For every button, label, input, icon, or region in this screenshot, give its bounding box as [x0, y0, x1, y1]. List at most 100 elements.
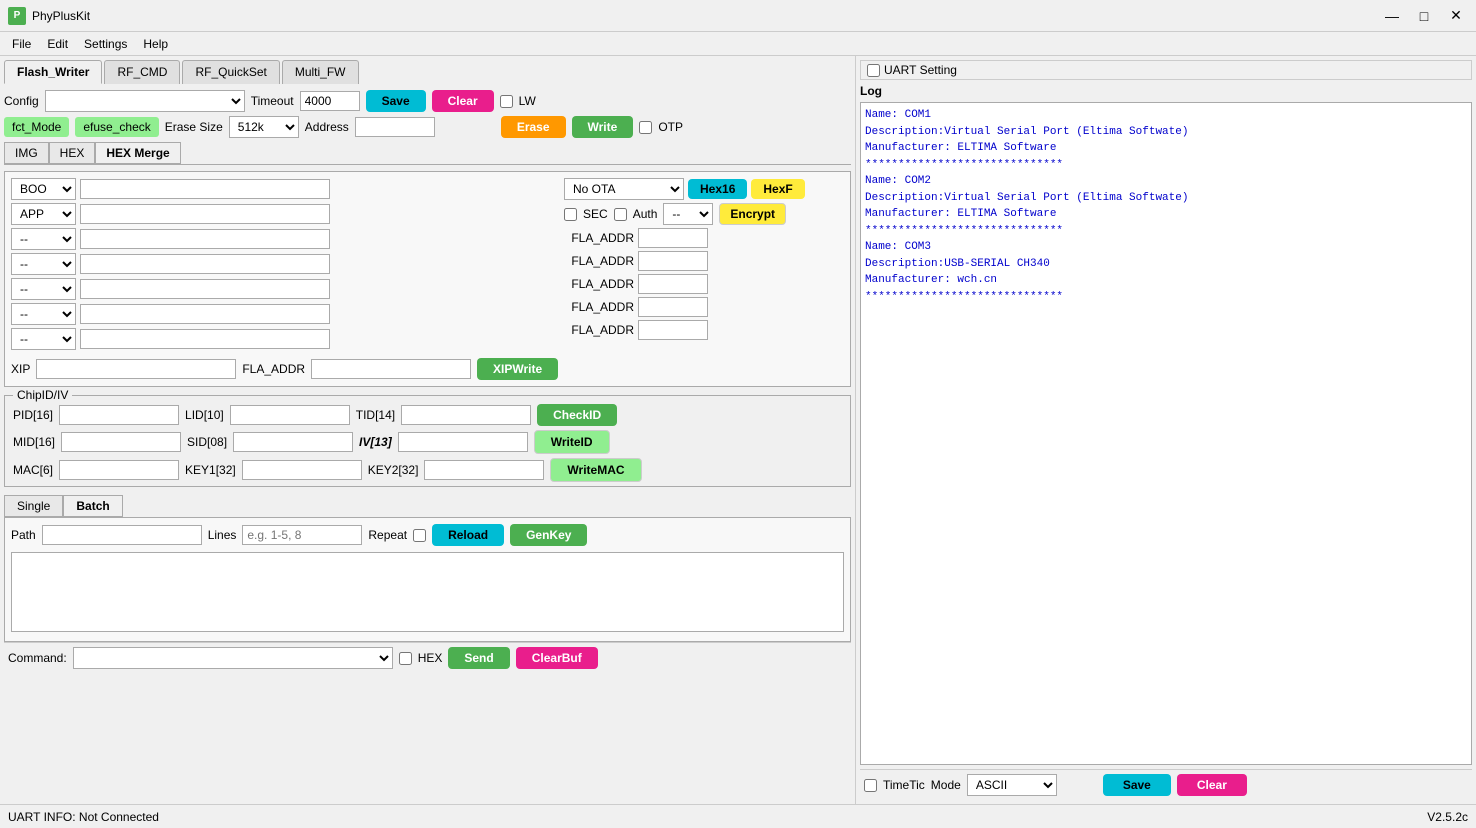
img-type-boo[interactable]: BOOAPP--: [11, 178, 76, 200]
img-type-app[interactable]: APPBOO--: [11, 203, 76, 225]
repeat-checkbox[interactable]: [413, 529, 426, 542]
writeid-button[interactable]: WriteID: [534, 430, 610, 454]
lw-checkbox[interactable]: [500, 95, 513, 108]
fla-addr-input-1[interactable]: [638, 228, 708, 248]
xip-input[interactable]: [36, 359, 236, 379]
tab-rf-quickset[interactable]: RF_QuickSet: [182, 60, 279, 84]
pid-input[interactable]: [59, 405, 179, 425]
reload-button[interactable]: Reload: [432, 524, 504, 546]
img-path-3[interactable]: [80, 229, 330, 249]
fla-addr-label-2: FLA_ADDR: [564, 254, 634, 268]
uart-clear-button[interactable]: Clear: [1177, 774, 1247, 796]
img-type-3[interactable]: --BOOAPP: [11, 228, 76, 250]
menu-edit[interactable]: Edit: [39, 35, 76, 53]
xip-fla-addr-input[interactable]: [311, 359, 471, 379]
mid-input[interactable]: [61, 432, 181, 452]
main-tabs: Flash_Writer RF_CMD RF_QuickSet Multi_FW: [4, 60, 851, 84]
img-row-4: --BOOAPP: [11, 253, 556, 275]
lid-input[interactable]: [230, 405, 350, 425]
save-button[interactable]: Save: [366, 90, 426, 112]
sub-tab-img[interactable]: IMG: [4, 142, 49, 164]
batch-textarea[interactable]: [11, 552, 844, 632]
menu-settings[interactable]: Settings: [76, 35, 135, 53]
time-tic-checkbox[interactable]: [864, 779, 877, 792]
timeout-input[interactable]: 4000: [300, 91, 360, 111]
chipid-row-1: PID[16] LID[10] TID[14] CheckID: [13, 404, 842, 426]
command-select[interactable]: [73, 647, 393, 669]
close-button[interactable]: ✕: [1444, 4, 1468, 28]
clear-top-button[interactable]: Clear: [432, 90, 494, 112]
erase-size-select[interactable]: 512k 256k: [229, 116, 299, 138]
sub-tab-hex-merge[interactable]: HEX Merge: [95, 142, 180, 164]
img-type-6[interactable]: --BOOAPP: [11, 303, 76, 325]
config-select[interactable]: [45, 90, 245, 112]
img-type-5[interactable]: --BOOAPP: [11, 278, 76, 300]
fct-mode-tag: fct_Mode: [4, 117, 69, 137]
fla-addr-input-2[interactable]: [638, 251, 708, 271]
hex-label: HEX: [418, 651, 443, 665]
tab-flash-writer[interactable]: Flash_Writer: [4, 60, 102, 84]
key2-input[interactable]: [424, 460, 544, 480]
otp-checkbox[interactable]: [639, 121, 652, 134]
iv-input[interactable]: [398, 432, 528, 452]
xipwrite-button[interactable]: XIPWrite: [477, 358, 558, 380]
key1-input[interactable]: [242, 460, 362, 480]
fla-addr-input-5[interactable]: [638, 320, 708, 340]
efuse-check-tag: efuse_check: [75, 117, 158, 137]
lines-input[interactable]: [242, 525, 362, 545]
write-button[interactable]: Write: [572, 116, 634, 138]
tab-rf-cmd[interactable]: RF_CMD: [104, 60, 180, 84]
hex16-button[interactable]: Hex16: [688, 179, 747, 199]
main: Flash_Writer RF_CMD RF_QuickSet Multi_FW…: [0, 56, 1476, 804]
chipid-section: ChipID/IV PID[16] LID[10] TID[14] CheckI…: [4, 395, 851, 487]
genkey-button[interactable]: GenKey: [510, 524, 587, 546]
writemac-button[interactable]: WriteMAC: [550, 458, 641, 482]
chipid-row-3: MAC[6] KEY1[32] KEY2[32] WriteMAC: [13, 458, 842, 482]
checkid-button[interactable]: CheckID: [537, 404, 617, 426]
erase-button[interactable]: Erase: [501, 116, 566, 138]
path-input[interactable]: [42, 525, 202, 545]
minimize-button[interactable]: —: [1380, 4, 1404, 28]
fla-addr-input-3[interactable]: [638, 274, 708, 294]
hex-right-col: No OTAOTA1OTA2 Hex16 HexF SEC Auth --AES…: [564, 178, 844, 350]
img-row-7: --BOOAPP: [11, 328, 556, 350]
lw-label: LW: [519, 94, 536, 108]
tab-single[interactable]: Single: [4, 495, 63, 517]
ota-select[interactable]: No OTAOTA1OTA2: [564, 178, 684, 200]
sub-tab-hex[interactable]: HEX: [49, 142, 96, 164]
sec-checkbox[interactable]: [564, 208, 577, 221]
tab-batch[interactable]: Batch: [63, 495, 122, 517]
uart-setting-checkbox[interactable]: [867, 64, 880, 77]
menu-help[interactable]: Help: [135, 35, 176, 53]
key2-label: KEY2[32]: [368, 463, 419, 477]
uart-save-button[interactable]: Save: [1103, 774, 1171, 796]
menu-file[interactable]: File: [4, 35, 39, 53]
img-type-4[interactable]: --BOOAPP: [11, 253, 76, 275]
mode-select[interactable]: ASCIIHEX: [967, 774, 1057, 796]
clearbuf-button[interactable]: ClearBuf: [516, 647, 598, 669]
maximize-button[interactable]: □: [1412, 4, 1436, 28]
tab-multi-fw[interactable]: Multi_FW: [282, 60, 359, 84]
key1-label: KEY1[32]: [185, 463, 236, 477]
img-path-6[interactable]: [80, 304, 330, 324]
img-path-boo[interactable]: [80, 179, 330, 199]
img-path-7[interactable]: [80, 329, 330, 349]
send-button[interactable]: Send: [448, 647, 509, 669]
img-row-app: APPBOO--: [11, 203, 556, 225]
img-type-7[interactable]: --BOOAPP: [11, 328, 76, 350]
mac-input[interactable]: [59, 460, 179, 480]
fla-addr-input-4[interactable]: [638, 297, 708, 317]
sid-input[interactable]: [233, 432, 353, 452]
img-path-5[interactable]: [80, 279, 330, 299]
encrypt-button[interactable]: Encrypt: [719, 203, 786, 225]
address-input[interactable]: [355, 117, 435, 137]
auth-checkbox[interactable]: [614, 208, 627, 221]
hex-checkbox[interactable]: [399, 652, 412, 665]
xip-row: XIP FLA_ADDR XIPWrite: [11, 358, 844, 380]
tid-input[interactable]: [401, 405, 531, 425]
img-path-4[interactable]: [80, 254, 330, 274]
img-path-app[interactable]: [80, 204, 330, 224]
titlebar-left: P PhyPlusKit: [8, 7, 90, 25]
auth-select[interactable]: --AESRSA: [663, 203, 713, 225]
hexf-button[interactable]: HexF: [751, 179, 804, 199]
